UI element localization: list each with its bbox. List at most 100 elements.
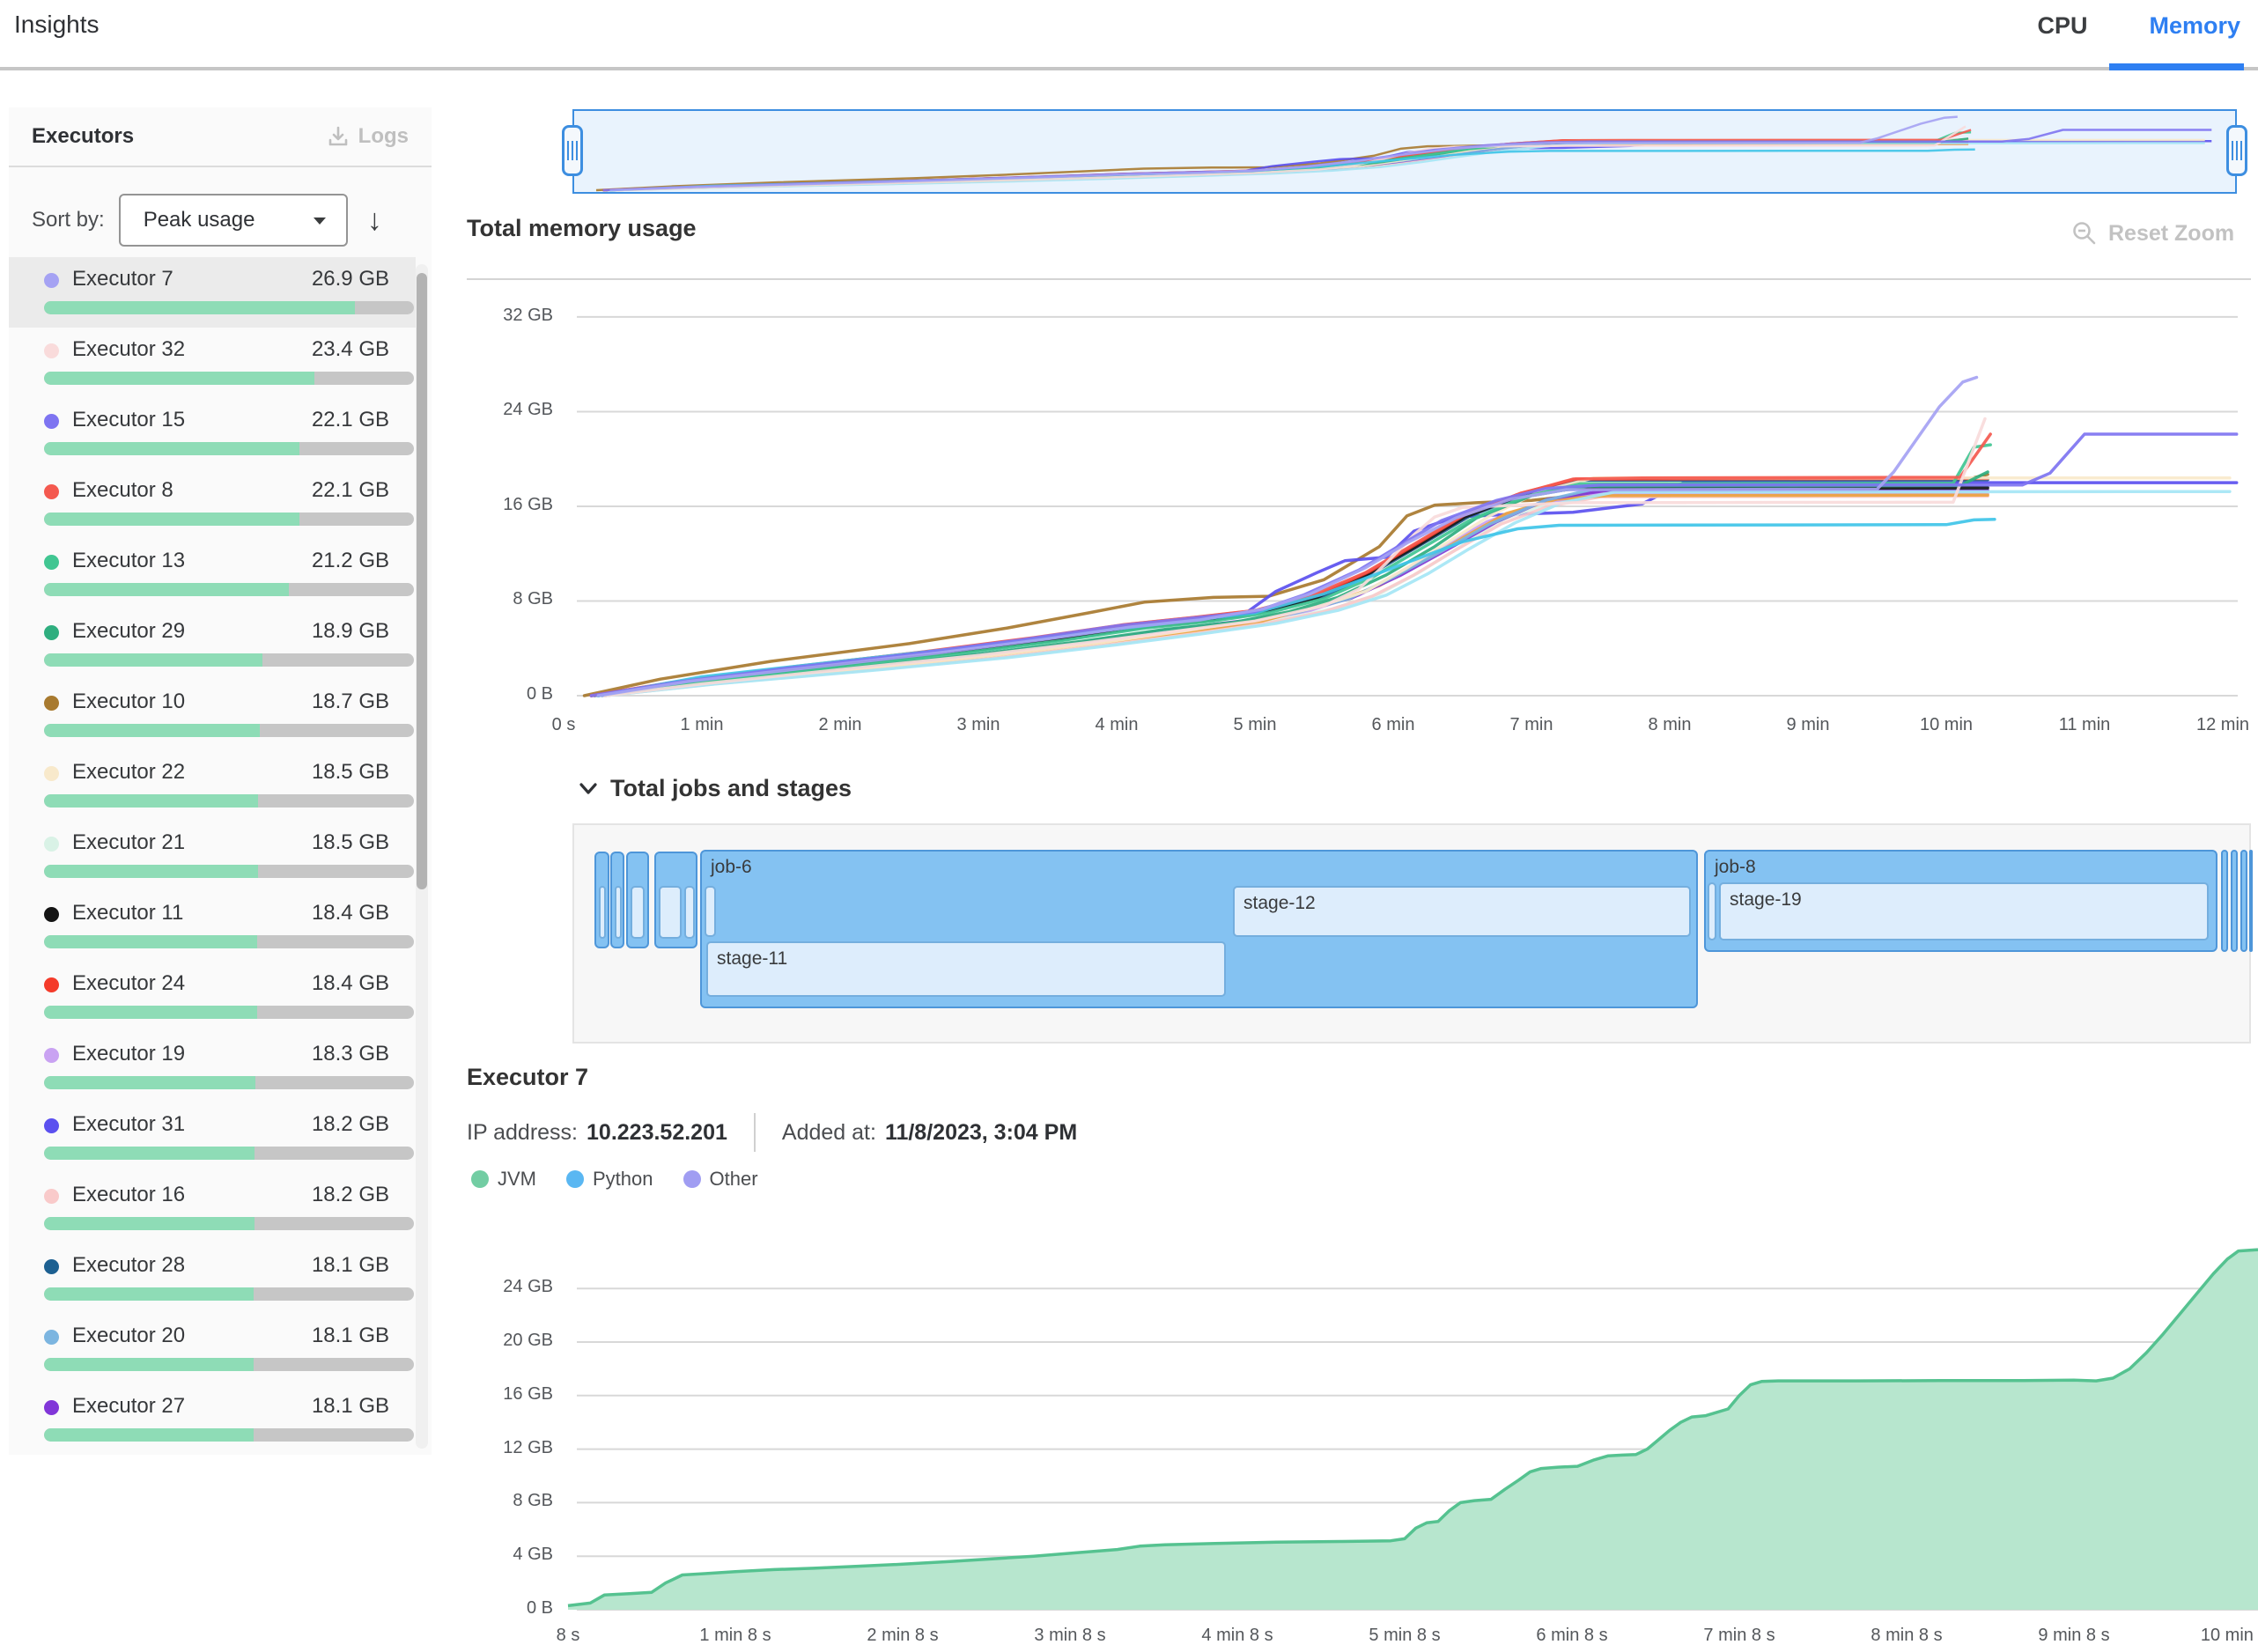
sidebar-scrollbar[interactable]	[416, 264, 428, 1449]
x-tick-label: 8 min 8 s	[1836, 1626, 1977, 1646]
executor-usage-bar	[44, 1147, 414, 1160]
executor-peak-value: 22.1 GB	[312, 408, 389, 432]
job-label: job-6	[711, 857, 752, 878]
executor-row[interactable]: Executor 1618.2 GB	[9, 1173, 416, 1243]
executor-usage-bar	[44, 1358, 414, 1371]
brush-handle-left[interactable]	[562, 125, 583, 176]
executor-name: Executor 29	[72, 619, 185, 644]
stage-bar[interactable]	[631, 886, 645, 939]
zoom-out-icon	[2071, 220, 2098, 247]
executor-row[interactable]: Executor 7 26.9 GB	[9, 257, 416, 328]
stage-bar-stage-12[interactable]: stage-12	[1233, 886, 1691, 937]
executor-row[interactable]: Executor 1321.2 GB	[9, 539, 416, 609]
legend-label: JVM	[498, 1168, 536, 1191]
executor-row[interactable]: Executor 2918.9 GB	[9, 609, 416, 680]
executor-peak-value: 18.2 GB	[312, 1112, 389, 1137]
executor-name: Executor 22	[72, 760, 185, 785]
stage-bar[interactable]	[599, 886, 606, 939]
reset-zoom-button[interactable]: Reset Zoom	[2071, 220, 2234, 247]
chevron-down-icon	[311, 214, 328, 226]
stage-bar[interactable]	[684, 886, 695, 939]
scrollbar-thumb[interactable]	[417, 273, 427, 889]
executor-row[interactable]: Executor 822.1 GB	[9, 468, 416, 539]
legend-item-python: Python	[566, 1168, 653, 1191]
sort-direction-button[interactable]: ↓	[367, 205, 382, 235]
executor-row[interactable]: Executor 1018.7 GB	[9, 680, 416, 750]
executor-usage-bar	[44, 513, 414, 526]
executor-row[interactable]: Executor 2218.5 GB	[9, 750, 416, 821]
executor-name: Executor 13	[72, 549, 185, 573]
executors-title: Executors	[32, 124, 134, 149]
legend-label: Other	[710, 1168, 758, 1191]
executor-row[interactable]: Executor 31 18.2 GB	[9, 1103, 416, 1173]
job-bar[interactable]	[2221, 850, 2228, 952]
tab-cpu[interactable]: CPU	[2037, 12, 2087, 40]
stage-label: stage-19	[1730, 889, 1802, 911]
executor-name: Executor 8	[72, 478, 173, 503]
executor-row[interactable]: Executor 2818.1 GB	[9, 1243, 416, 1314]
jobs-section-toggle[interactable]: Total jobs and stages	[577, 775, 852, 802]
stage-bar[interactable]	[659, 886, 682, 939]
y-tick-label: 4 GB	[465, 1545, 553, 1565]
active-tab-underline	[2109, 63, 2244, 70]
executor-name: Executor 24	[72, 971, 185, 996]
added-at-value: 11/8/2023, 3:04 PM	[885, 1120, 1077, 1146]
executor-name: Executor 28	[72, 1253, 185, 1278]
executor-color-dot	[44, 273, 59, 288]
executor-usage-bar	[44, 301, 414, 314]
executor-row[interactable]: Executor 2118.5 GB	[9, 821, 416, 891]
y-tick-label: 8 GB	[465, 589, 553, 609]
ip-address-label: IP address:	[467, 1120, 578, 1146]
executor-peak-value: 18.4 GB	[312, 901, 389, 926]
stage-bar-stage-11[interactable]: stage-11	[706, 941, 1226, 997]
executor-color-dot	[44, 837, 59, 852]
chart-top-divider	[467, 278, 2251, 280]
executor-peak-value: 26.9 GB	[312, 267, 389, 291]
executor-row[interactable]: Executor 11 18.4 GB	[9, 891, 416, 962]
executor-usage-fill	[44, 372, 314, 385]
executor-color-dot	[44, 907, 59, 922]
executor-peak-value: 18.1 GB	[312, 1394, 389, 1419]
y-tick-label: 16 GB	[465, 1384, 553, 1405]
job-bar[interactable]	[2249, 850, 2253, 952]
y-tick-label: 0 B	[465, 684, 553, 704]
executor-name: Executor 7	[72, 267, 173, 291]
executor-name: Executor 11	[72, 901, 183, 926]
stage-bar[interactable]	[705, 886, 716, 937]
executor-name: Executor 15	[72, 408, 185, 432]
job-bar[interactable]	[2240, 850, 2247, 952]
executor-color-dot	[44, 696, 59, 711]
executor-row[interactable]: Executor 3223.4 GB	[9, 328, 416, 398]
executor-row[interactable]: Executor 2018.1 GB	[9, 1314, 416, 1384]
job-bar[interactable]	[2231, 850, 2238, 952]
executor-row[interactable]: Executor 15 22.1 GB	[9, 398, 416, 468]
executor-name: Executor 21	[72, 830, 185, 855]
executor-row[interactable]: Executor 19 18.3 GB	[9, 1032, 416, 1103]
y-tick-label: 16 GB	[465, 495, 553, 515]
executor-name: Executor 31	[72, 1112, 185, 1137]
executor-color-dot	[44, 343, 59, 358]
stage-bar[interactable]	[1708, 882, 1716, 940]
y-tick-label: 32 GB	[465, 306, 553, 326]
executor-name: Executor 19	[72, 1042, 185, 1066]
brush-handle-right[interactable]	[2226, 125, 2247, 176]
executor-color-dot	[44, 1330, 59, 1345]
x-tick-label: 10 min	[1876, 715, 2017, 735]
stage-bar-stage-19[interactable]: stage-19	[1719, 882, 2209, 940]
legend-dot	[683, 1170, 701, 1188]
executor-usage-fill	[44, 583, 289, 596]
tab-memory[interactable]: Memory	[2149, 12, 2240, 40]
executor-color-dot	[44, 977, 59, 992]
stage-bar[interactable]	[615, 886, 622, 939]
sidebar-header: Executors Logs	[9, 107, 432, 167]
executor-usage-fill	[44, 1006, 257, 1019]
chevron-down-icon	[577, 778, 600, 800]
logs-button[interactable]: Logs	[327, 124, 409, 149]
executor-name: Executor 16	[72, 1183, 185, 1207]
y-tick-label: 20 GB	[465, 1331, 553, 1351]
executor-row[interactable]: Executor 2418.4 GB	[9, 962, 416, 1032]
sort-select[interactable]: Peak usage	[119, 194, 348, 247]
executor-row[interactable]: Executor 2718.1 GB	[9, 1384, 416, 1455]
timeline-brush[interactable]	[572, 109, 2237, 194]
executor-peak-value: 18.3 GB	[312, 1042, 389, 1066]
